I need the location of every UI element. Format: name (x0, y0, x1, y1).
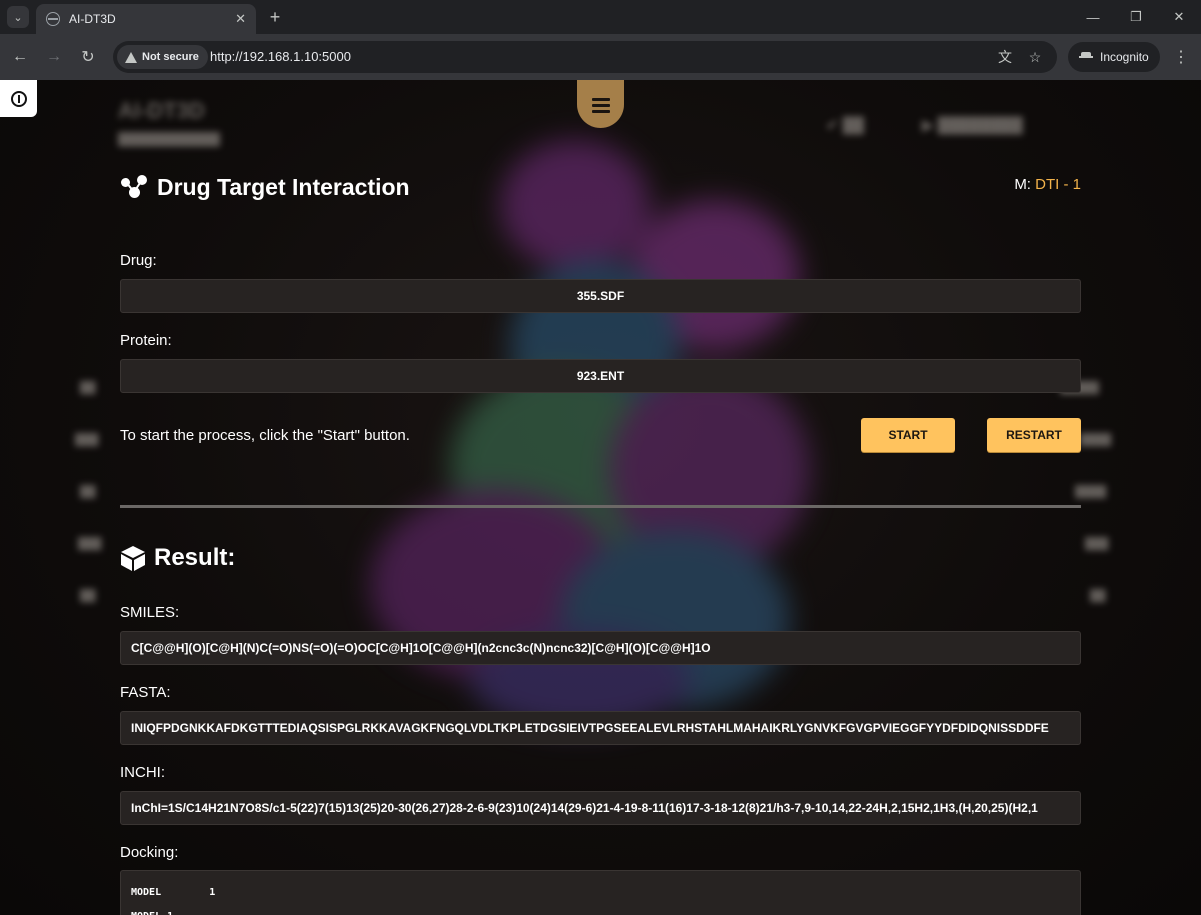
ghost-side-7: ████ (1080, 434, 1112, 446)
browser-tab-bar: ⌄ AI-DT3D ✕ + — ❐ ✕ (0, 0, 1201, 34)
drug-label: Drug: (120, 252, 157, 269)
ghost-side-2: ███ (75, 434, 99, 446)
inchi-output[interactable]: InChI=1S/C14H21N7O8S/c1-5(22)7(15)13(25)… (120, 791, 1081, 825)
security-chip[interactable]: Not secure (117, 45, 208, 69)
ghost-subtitle: ████████████ (118, 132, 221, 146)
protein-label: Protein: (120, 332, 172, 349)
browser-toolbar: ← → ↻ Not secure http://192.168.1.10:500… (0, 34, 1201, 80)
incognito-icon (1079, 52, 1093, 62)
web-page: AI-DT3D ████████████ ✔ ██ ▶ ████████ ██ … (0, 80, 1201, 915)
molecule-icon (120, 174, 150, 200)
result-header: Result: (120, 542, 235, 574)
forward-icon[interactable]: → (42, 45, 66, 69)
translate-icon[interactable]: 文 (996, 48, 1014, 66)
ghost-side-10: ██ (1090, 590, 1106, 602)
minimize-icon[interactable]: — (1073, 5, 1113, 29)
model-value: DTI - 1 (1035, 176, 1081, 193)
ghost-nav-dti: ✔ ██ (826, 117, 864, 134)
tab-title: AI-DT3D (69, 12, 116, 26)
model-indicator: M: DTI - 1 (1014, 176, 1081, 193)
ghost-side-8: ████ (1075, 486, 1107, 498)
info-icon (10, 90, 27, 107)
fasta-output[interactable]: INIQFPDGNKKAFDKGTTTEDIAQSISPGLRKKAVAGKFN… (120, 711, 1081, 745)
menu-icon (591, 97, 610, 101)
fasta-label: FASTA: (120, 684, 171, 701)
restore-icon[interactable]: ❐ (1116, 5, 1156, 29)
result-title: Result: (154, 544, 236, 571)
star-icon[interactable]: ☆ (1026, 48, 1044, 66)
page-title: Drug Target Interaction (157, 173, 410, 200)
window-close-icon[interactable]: ✕ (1159, 5, 1199, 29)
ghost-brand: AI-DT3D (118, 98, 205, 123)
smiles-label: SMILES: (120, 604, 180, 621)
ghost-side-4: ███ (78, 538, 102, 550)
ghost-side-1: ██ (80, 382, 96, 394)
docking-label: Docking: (120, 844, 179, 861)
close-icon[interactable]: ✕ (235, 11, 246, 27)
url-text[interactable]: http://192.168.1.10:5000 (210, 49, 351, 64)
restart-button[interactable]: RESTART (987, 418, 1081, 452)
start-button[interactable]: START (861, 418, 955, 452)
plus-icon[interactable]: + (264, 6, 286, 28)
incognito-label: Incognito (1100, 50, 1149, 64)
kebab-menu-icon[interactable]: ⋮ (1172, 45, 1190, 69)
ghost-side-3: ██ (80, 486, 96, 498)
favicon-icon (46, 12, 60, 26)
ghost-side-9: ███ (1085, 538, 1109, 550)
ghost-nav-formulation: ▶ ████████ (922, 117, 1023, 134)
warning-icon (125, 51, 137, 63)
inchi-label: INCHI: (120, 764, 165, 781)
drug-file-field[interactable]: 355.SDF (120, 279, 1081, 313)
instruction-text: To start the process, click the "Start" … (120, 427, 410, 444)
reload-icon[interactable]: ↻ (76, 45, 100, 69)
section-divider (120, 505, 1081, 508)
docking-line: MODEL 1 (131, 905, 1070, 915)
back-icon[interactable]: ← (8, 45, 32, 69)
browser-tab[interactable]: AI-DT3D ✕ (36, 4, 256, 34)
incognito-chip[interactable]: Incognito (1068, 42, 1160, 72)
page-header: Drug Target Interaction (120, 172, 410, 202)
cube-icon (121, 545, 145, 571)
smiles-output[interactable]: C[C@@H](O)[C@H](N)C(=O)NS(=O)(=O)OC[C@H]… (120, 631, 1081, 665)
security-label: Not secure (142, 51, 199, 63)
hamburger-menu-button[interactable] (577, 80, 624, 128)
docking-output[interactable]: MODEL 1 MODEL 1 (120, 870, 1081, 915)
protein-file-field[interactable]: 923.ENT (120, 359, 1081, 393)
ghost-side-5: ██ (80, 590, 96, 602)
side-toggle-button[interactable] (0, 80, 37, 117)
address-bar[interactable]: Not secure http://192.168.1.10:5000 文 ☆ (113, 41, 1057, 73)
model-prefix: M: (1014, 176, 1031, 193)
tab-search-icon[interactable]: ⌄ (7, 6, 29, 28)
docking-line: MODEL 1 (131, 887, 216, 898)
